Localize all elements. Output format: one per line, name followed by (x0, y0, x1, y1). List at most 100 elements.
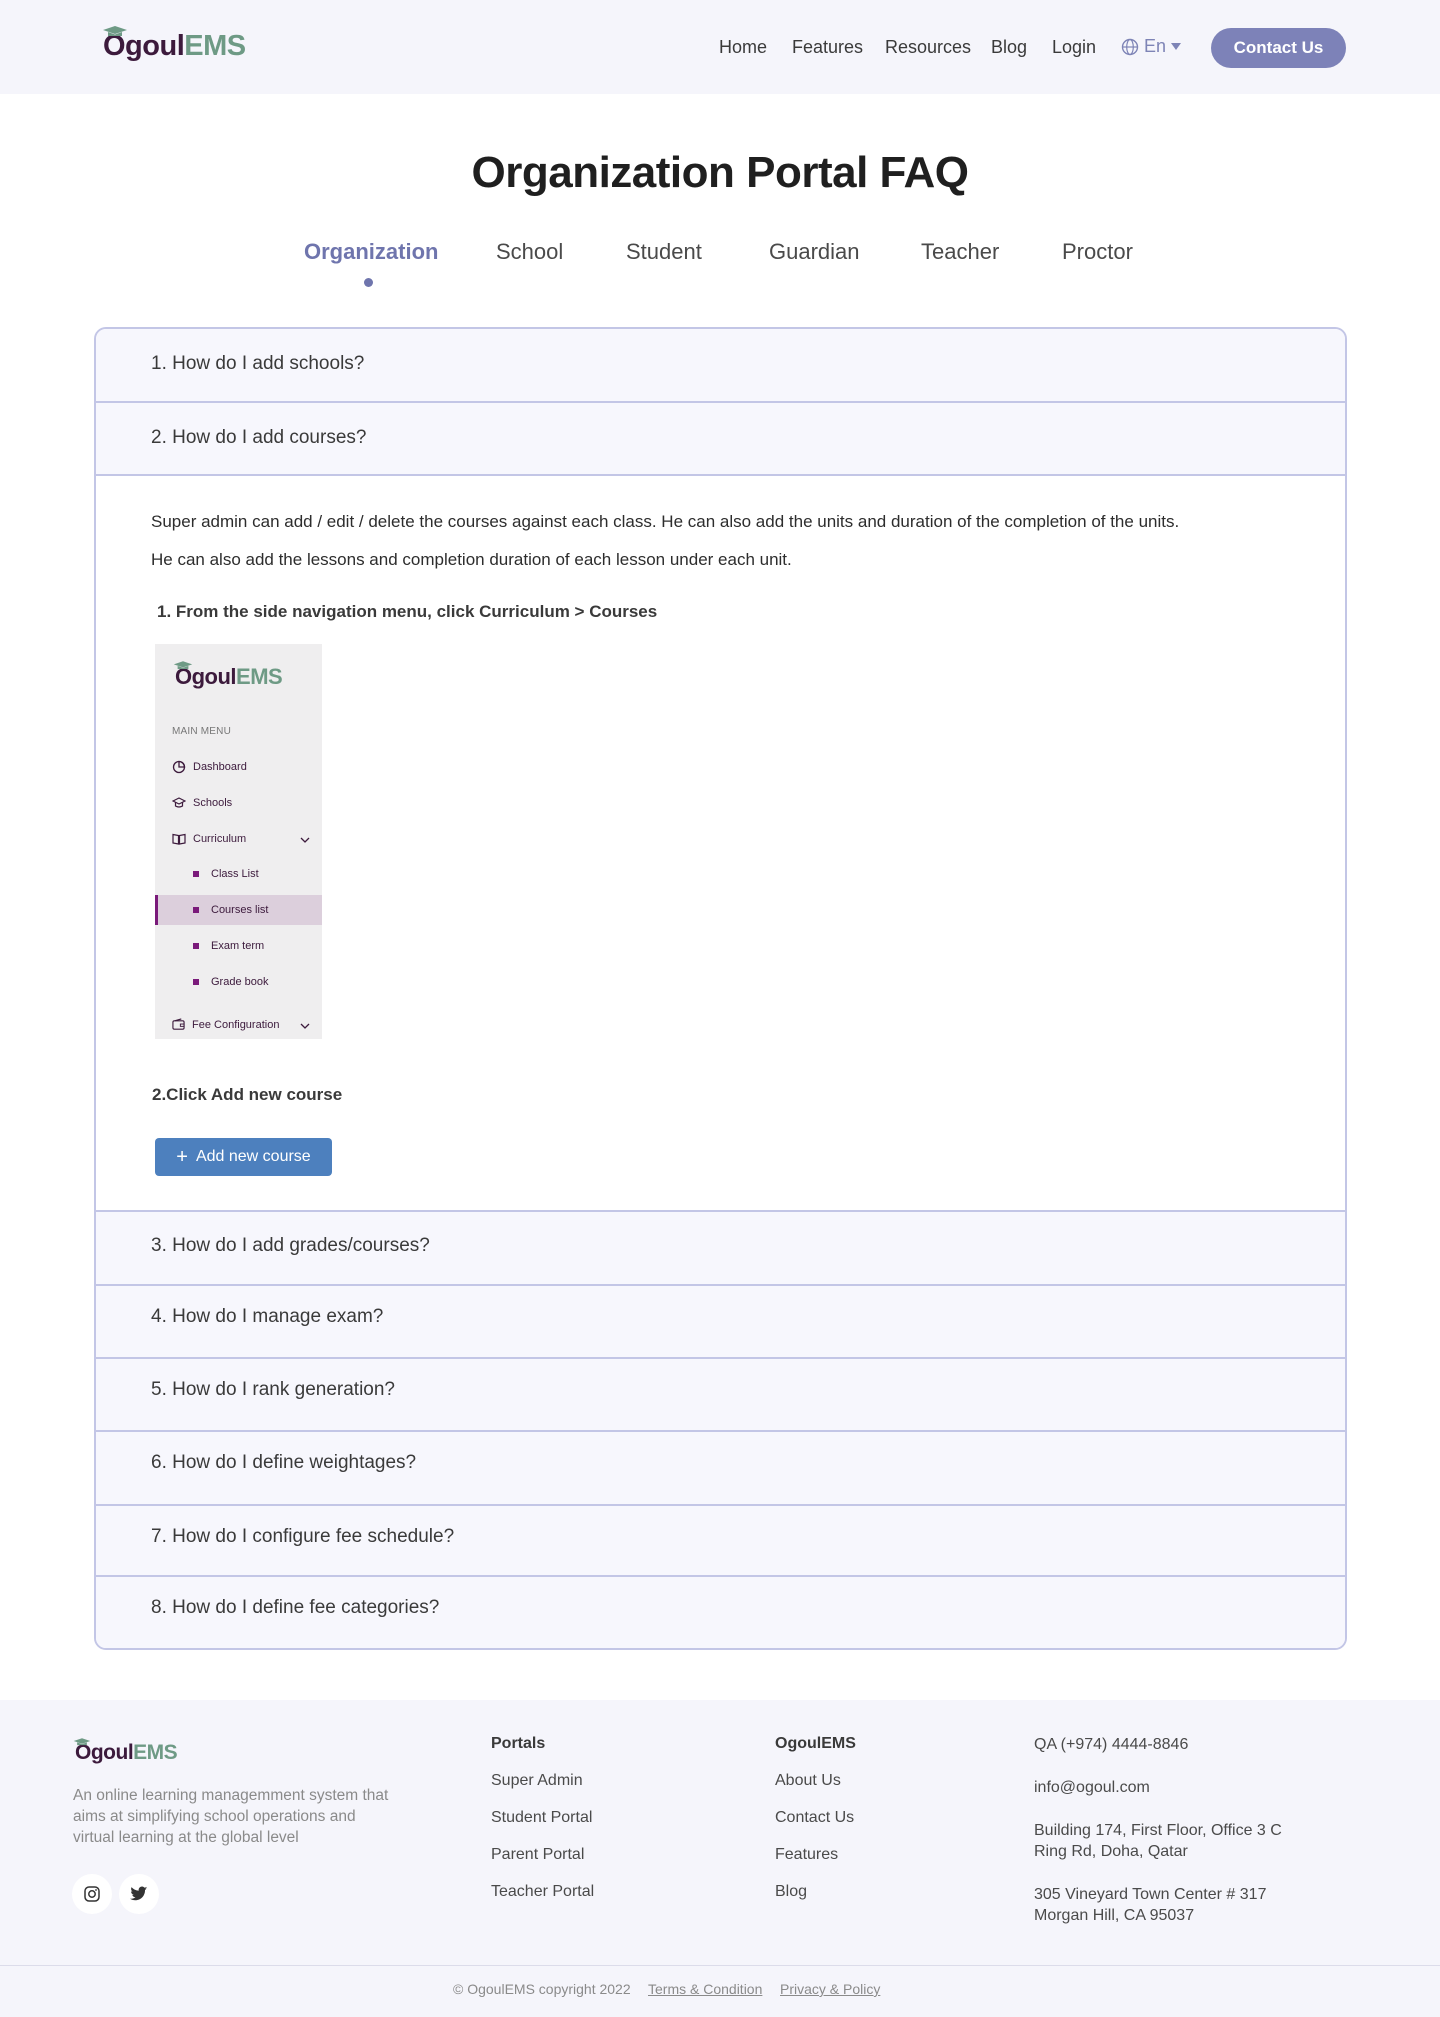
footer-email[interactable]: info@ogoul.com (1034, 1777, 1150, 1798)
caret-down-icon (1171, 43, 1182, 50)
mini-sub-label: Courses list (211, 904, 269, 916)
mini-item-label: Dashboard (193, 761, 247, 773)
tab-guardian[interactable]: Guardian (769, 239, 860, 265)
footer-logo[interactable]: Ogoul EMS (73, 1738, 178, 1765)
faq-item-3[interactable]: 3. How do I add grades/courses? (96, 1212, 1345, 1286)
graduation-cap-icon (103, 26, 127, 36)
add-new-course-button[interactable]: + Add new course (155, 1138, 332, 1176)
mini-sub-class-list: Class List (193, 868, 259, 880)
mini-item-schools: Schools (172, 796, 232, 810)
twitter-button[interactable] (119, 1874, 159, 1914)
footer-link-student-portal[interactable]: Student Portal (491, 1809, 592, 1827)
faq-question: 8. How do I define fee categories? (151, 1597, 440, 1618)
graduation-cap-icon (73, 1738, 91, 1746)
faq-question: 7. How do I configure fee schedule? (151, 1526, 455, 1547)
privacy-link[interactable]: Privacy & Policy (780, 1981, 880, 1997)
faq-item-2[interactable]: 2. How do I add courses? (96, 403, 1345, 476)
faq-item-5[interactable]: 5. How do I rank generation? (96, 1359, 1345, 1432)
answer-paragraph: He can also add the lessons and completi… (151, 550, 792, 569)
mini-sub-grade-book: Grade book (193, 976, 268, 988)
mini-item-curriculum: Curriculum (172, 832, 246, 846)
tab-student[interactable]: Student (626, 239, 702, 265)
bullet-icon (193, 907, 199, 913)
graduation-cap-icon (172, 797, 186, 808)
tab-organization[interactable]: Organization (304, 239, 438, 265)
faq-item-8[interactable]: 8. How do I define fee categories? (96, 1577, 1345, 1648)
twitter-icon (130, 1886, 148, 1901)
language-label: En (1144, 36, 1167, 56)
answer-step-2: 2.Click Add new course (152, 1085, 343, 1104)
portals-heading: Portals (491, 1735, 546, 1752)
language-selector[interactable]: En (1121, 36, 1182, 57)
active-tab-indicator (364, 278, 373, 287)
tab-proctor[interactable]: Proctor (1062, 239, 1133, 265)
faq-item-4[interactable]: 4. How do I manage exam? (96, 1286, 1345, 1359)
mini-logo: Ogoul EMS (173, 661, 283, 690)
add-new-course-label: Add new course (195, 1148, 311, 1165)
logo-text-ems: EMS (133, 1741, 178, 1764)
mini-sub-exam-term: Exam term (193, 940, 264, 952)
faq-question: 5. How do I rank generation? (151, 1379, 395, 1400)
instagram-button[interactable] (72, 1874, 112, 1914)
mini-sub-label: Exam term (211, 940, 265, 952)
footer-link-contact-us[interactable]: Contact Us (775, 1809, 854, 1827)
logo-text-ems: EMS (184, 30, 246, 62)
answer-step-1: 1. From the side navigation menu, click … (157, 602, 658, 621)
faq-question: 4. How do I manage exam? (151, 1306, 384, 1327)
main-menu-label: MAIN MENU (172, 726, 232, 737)
faq-item-7[interactable]: 7. How do I configure fee schedule? (96, 1506, 1345, 1577)
footer-link-teacher-portal[interactable]: Teacher Portal (491, 1883, 594, 1901)
nav-login[interactable]: Login (1052, 37, 1096, 58)
sidebar-screenshot: Ogoul EMS MAIN MENU Dashboard Schools Cur… (155, 644, 322, 1039)
bullet-icon (193, 979, 199, 985)
mini-sub-label: Class List (211, 868, 259, 880)
mini-item-fee-configuration: Fee Configuration (172, 1018, 279, 1031)
mini-sub-label: Grade book (211, 976, 269, 988)
faq-item-1[interactable]: 1. How do I add schools? (96, 329, 1345, 403)
footer-address-doha: Building 174, First Floor, Office 3 C Ri… (1034, 1822, 1282, 1860)
company-heading: OgoulEMS (775, 1735, 856, 1752)
page-title: Organization Portal FAQ (471, 148, 970, 197)
globe-icon (1121, 38, 1139, 55)
nav-resources[interactable]: Resources (885, 37, 971, 58)
tab-school[interactable]: School (496, 239, 563, 265)
contact-us-button[interactable]: Contact Us (1211, 28, 1346, 68)
footer-link-parent-portal[interactable]: Parent Portal (491, 1846, 584, 1864)
nav-features[interactable]: Features (792, 37, 863, 58)
dashboard-icon (172, 760, 186, 774)
faq-accordion: 1. How do I add schools? 2. How do I add… (94, 327, 1347, 1650)
footer-link-blog[interactable]: Blog (775, 1883, 807, 1901)
mini-item-label: Curriculum (193, 833, 247, 845)
footer-link-about-us[interactable]: About Us (775, 1772, 841, 1790)
mini-item-label: Schools (193, 797, 233, 809)
site-logo[interactable]: Ogoul EMS (103, 26, 246, 63)
faq-question: 2. How do I add courses? (151, 427, 367, 448)
faq-question: 1. How do I add schools? (151, 353, 365, 374)
tab-teacher[interactable]: Teacher (921, 239, 999, 265)
graduation-cap-icon (173, 661, 193, 669)
site-footer: Ogoul EMS An online learning managemment … (0, 1700, 1440, 2017)
mini-sub-courses-list: Courses list (193, 904, 268, 916)
faq-item-6[interactable]: 6. How do I define weightages? (96, 1432, 1345, 1506)
footer-phone: QA (+974) 4444-8846 (1034, 1736, 1189, 1753)
mini-item-label: Fee Configuration (192, 1018, 280, 1031)
mini-item-dashboard: Dashboard (172, 760, 247, 774)
footer-link-super-admin[interactable]: Super Admin (491, 1772, 583, 1790)
book-icon (172, 833, 186, 845)
instagram-icon (84, 1886, 100, 1902)
nav-home[interactable]: Home (719, 37, 767, 58)
bullet-icon (193, 943, 199, 949)
terms-link[interactable]: Terms & Condition (648, 1981, 762, 1997)
footer-link-features[interactable]: Features (775, 1846, 838, 1864)
chevron-down-icon (300, 1023, 310, 1029)
faq-question: 6. How do I define weightages? (151, 1452, 417, 1473)
footer-description: An online learning managemment system th… (73, 1787, 389, 1846)
nav-blog[interactable]: Blog (991, 37, 1027, 58)
answer-paragraph: Super admin can add / edit / delete the … (151, 512, 1180, 531)
plus-icon: + (176, 1146, 188, 1168)
wallet-icon (172, 1018, 185, 1030)
chevron-down-icon (300, 837, 310, 843)
copyright-text: © OgoulEMS copyright 2022 (453, 1981, 631, 1997)
logo-text-ems: EMS (236, 664, 283, 689)
bullet-icon (193, 871, 199, 877)
